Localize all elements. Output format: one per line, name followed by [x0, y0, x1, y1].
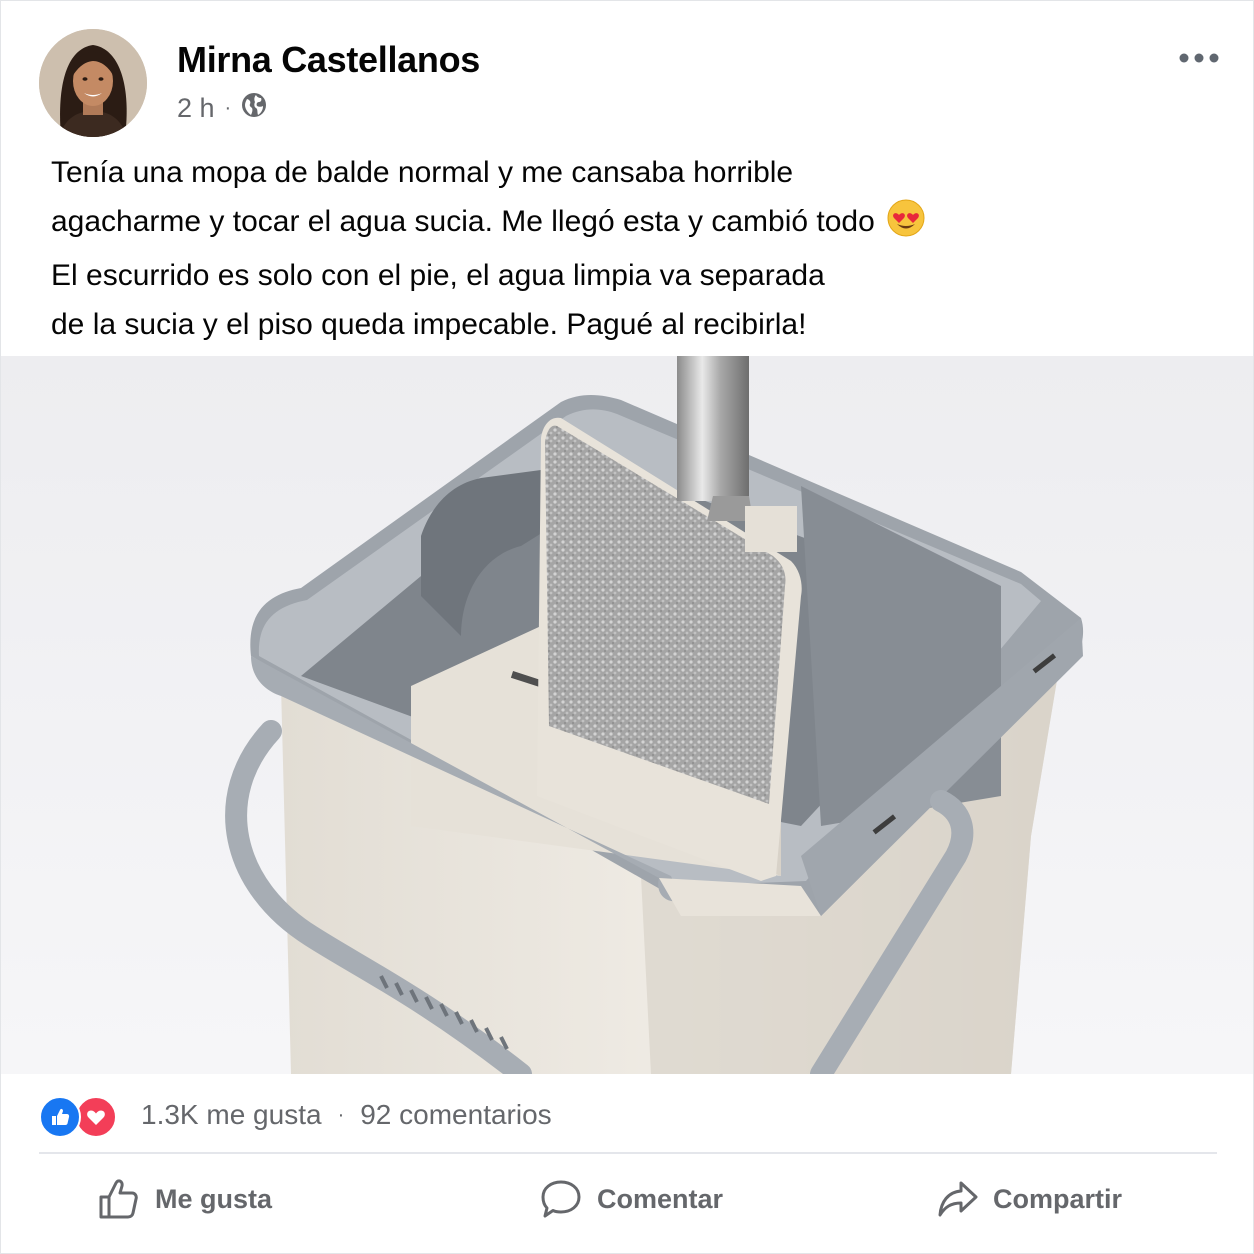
comment-icon [541, 1180, 581, 1218]
share-button[interactable]: Compartir [937, 1173, 1122, 1225]
likes-count[interactable]: 1.3K me gusta [141, 1099, 322, 1131]
post-meta: 2 h · [177, 92, 267, 125]
counts-separator: · [337, 1103, 345, 1126]
share-button-label: Compartir [993, 1183, 1123, 1214]
author-name[interactable]: Mirna Castellanos [177, 39, 480, 81]
share-icon [938, 1181, 978, 1217]
more-options-button[interactable] [1173, 41, 1225, 75]
author-avatar[interactable] [39, 29, 147, 137]
post-text: Tenía una mopa de balde normal y me cans… [51, 149, 1201, 349]
divider [39, 1152, 1217, 1154]
post-text-line: agacharme y tocar el agua sucia. Me lleg… [51, 198, 1201, 253]
post-text-line: El escurrido es solo con el pie, el agua… [51, 259, 825, 292]
reaction-icons[interactable] [39, 1096, 117, 1138]
comment-button-label: Comentar [597, 1183, 724, 1214]
globe-icon [241, 92, 267, 125]
comments-count[interactable]: 92 comentarios [360, 1099, 551, 1131]
meta-separator: · [224, 96, 232, 119]
post-time[interactable]: 2 h [177, 93, 215, 124]
comment-button[interactable]: Comentar [539, 1173, 723, 1225]
post-photo[interactable] [1, 356, 1253, 1085]
like-reaction-icon [39, 1096, 81, 1138]
like-button[interactable]: Me gusta [97, 1173, 272, 1225]
thumbs-up-icon [99, 1179, 138, 1219]
heart-eyes-emoji-icon [887, 199, 925, 253]
engagement-counts: 1.3K me gusta · 92 comentarios [141, 1099, 552, 1131]
more-horizontal-icon [1179, 53, 1219, 63]
love-reaction-icon [75, 1096, 117, 1138]
like-button-label: Me gusta [155, 1183, 273, 1214]
post-text-line: Tenía una mopa de balde normal y me cans… [51, 156, 794, 189]
post-text-line: de la sucia y el piso queda impecable. P… [51, 307, 807, 341]
post-card: Mirna Castellanos 2 h · Tenía una mopa d… [0, 0, 1254, 1254]
